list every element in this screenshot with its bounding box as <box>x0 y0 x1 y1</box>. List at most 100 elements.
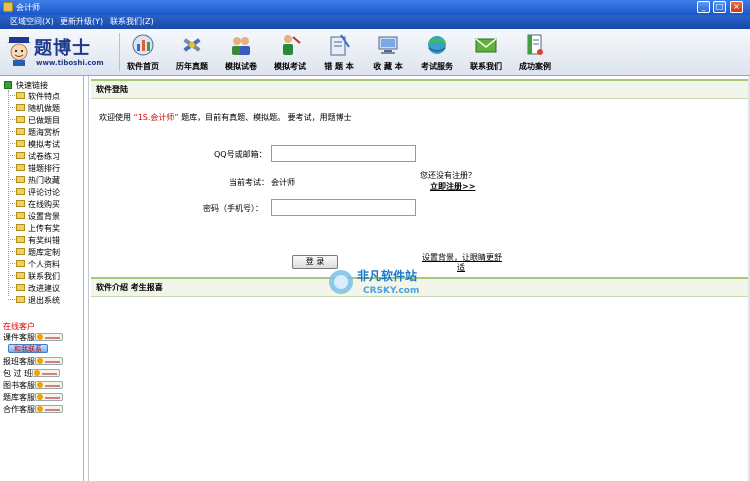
title-bar: 会计师 _ □ × <box>0 0 750 15</box>
menu-item-contact[interactable]: 联系我们(Z) <box>110 17 154 27</box>
folder-icon <box>16 164 25 171</box>
sidebar-item-label: 有奖纠错 <box>28 236 60 245</box>
toolbar-label: 模拟试卷 <box>225 62 257 71</box>
toolbar-contact-button[interactable]: 联系我们 <box>462 32 510 72</box>
menu-item-region[interactable]: 区域空间(X) <box>10 17 54 27</box>
sidebar-item-mock-exam[interactable]: 模拟考试 <box>8 139 60 151</box>
toolbar-mock-paper-button[interactable]: 模拟试卷 <box>217 32 265 72</box>
sidebar-item-label: 软件特点 <box>28 92 60 101</box>
sidebar-item-done[interactable]: 已做题目 <box>8 115 60 127</box>
background-link-cont[interactable]: 适 <box>457 262 465 273</box>
contact-me-button[interactable]: 和我联系 <box>8 344 48 353</box>
online-service-title: 在线客户 <box>3 322 35 331</box>
toolbar-mock-exam-button[interactable]: 模拟考试 <box>266 32 314 72</box>
register-link[interactable]: 立即注册>> <box>430 181 475 192</box>
service-label: 报班客服 <box>3 357 35 366</box>
doctor-logo-icon <box>7 37 31 66</box>
toolbar-wrong-book-button[interactable]: 错 题 本 <box>315 32 363 72</box>
folder-icon <box>16 236 25 243</box>
sidebar-item-label: 评论讨论 <box>28 188 60 197</box>
toolbar-exam-service-button[interactable]: 考试服务 <box>413 32 461 72</box>
tree-root-icon <box>4 81 12 89</box>
service-label: 题库客服 <box>3 393 35 402</box>
sidebar-item-custom[interactable]: 题库定制 <box>8 247 60 259</box>
sidebar-item-background[interactable]: 设置背景 <box>8 211 60 223</box>
sidebar-item-label: 退出系统 <box>28 296 60 305</box>
toolbar-past-papers-button[interactable]: 历年真题 <box>168 32 216 72</box>
toolbar-home-button[interactable]: 软件首页 <box>119 32 167 72</box>
window-title: 会计师 <box>16 3 40 12</box>
qq-chat-icon[interactable] <box>35 393 63 401</box>
login-section-header: 软件登陆 <box>91 79 749 99</box>
maximize-button[interactable]: □ <box>713 1 726 13</box>
main-panel: 软件登陆 欢迎使用 “1S.会计师” 题库，目前有真题、模拟题。 要考试，用题博… <box>88 76 750 481</box>
service-label: 图书客服 <box>3 381 35 390</box>
folder-icon <box>16 260 25 267</box>
sidebar-item-hot[interactable]: 热门收藏 <box>8 175 60 187</box>
welcome-product: “1S.会计师” <box>133 113 179 122</box>
sidebar-item-upload[interactable]: 上传有奖 <box>8 223 60 235</box>
sidebar-root[interactable]: 快速链接 <box>4 80 48 91</box>
logo: 题博士 www.tiboshi.com <box>4 32 116 72</box>
sidebar-item-errata[interactable]: 有奖纠错 <box>8 235 60 247</box>
folder-icon <box>16 140 25 147</box>
folder-icon <box>16 200 25 207</box>
sidebar-item-label: 上传有奖 <box>28 224 60 233</box>
sidebar: 快速链接 软件特点 随机做题 已做题目 题海赏析 模拟考试 试卷练习 错题排行 … <box>0 76 84 481</box>
folder-icon <box>16 272 25 279</box>
exam-value: 会计师 <box>271 178 295 187</box>
sidebar-item-label: 错题排行 <box>28 164 60 173</box>
sidebar-item-buy[interactable]: 在线购买 <box>8 199 60 211</box>
close-button[interactable]: × <box>730 1 743 13</box>
service-books[interactable]: 图书客服 <box>3 380 63 391</box>
qq-chat-icon[interactable] <box>32 369 61 377</box>
sidebar-item-label: 随机做题 <box>28 104 60 113</box>
sidebar-item-analysis[interactable]: 题海赏析 <box>8 127 60 139</box>
folder-icon <box>16 212 25 219</box>
document-icon <box>527 34 543 55</box>
folder-icon <box>16 284 25 291</box>
sidebar-item-profile[interactable]: 个人资料 <box>8 259 60 271</box>
toolbar-success-cases-button[interactable]: 成功案例 <box>511 32 559 72</box>
sidebar-item-label: 模拟考试 <box>28 140 60 149</box>
qq-chat-icon[interactable] <box>35 333 63 341</box>
toolbar-label: 考试服务 <box>421 62 453 71</box>
sidebar-item-random[interactable]: 随机做题 <box>8 103 60 115</box>
welcome-suffix: 题库，目前有真题、模拟题。 要考试，用题博士 <box>181 113 352 122</box>
toolbar-label: 收 藏 本 <box>373 62 403 71</box>
qq-chat-icon[interactable] <box>35 381 63 389</box>
toolbar: 题博士 www.tiboshi.com 软件首页 历年真题 模拟试卷 模拟考试 <box>0 29 750 76</box>
sidebar-item-exit[interactable]: 退出系统 <box>8 295 60 307</box>
sidebar-item-wrong-rank[interactable]: 错题排行 <box>8 163 60 175</box>
service-courseware[interactable]: 课件客服 <box>3 332 63 343</box>
qq-chat-icon[interactable] <box>35 405 63 413</box>
welcome-text: 欢迎使用 “1S.会计师” 题库，目前有真题、模拟题。 要考试，用题博士 <box>99 112 352 123</box>
tools-icon <box>183 38 201 52</box>
sidebar-item-label: 在线购买 <box>28 200 60 209</box>
sidebar-item-contact[interactable]: 联系我们 <box>8 271 60 283</box>
sidebar-item-features[interactable]: 软件特点 <box>8 91 60 103</box>
password-label: 密码（手机号）： <box>203 204 263 213</box>
envelope-icon <box>475 38 497 53</box>
service-pass[interactable]: 包 过 班 <box>3 368 61 379</box>
service-class[interactable]: 报班客服 <box>3 356 63 367</box>
toolbar-favorites-button[interactable]: 收 藏 本 <box>364 32 412 72</box>
password-input[interactable] <box>271 199 416 216</box>
sidebar-item-suggest[interactable]: 改进建议 <box>8 283 60 295</box>
service-cooperation[interactable]: 合作客服 <box>3 404 63 415</box>
menu-item-update[interactable]: 更新升级(Y) <box>60 17 103 27</box>
home-chart-icon <box>132 34 154 56</box>
sidebar-root-label: 快速链接 <box>16 81 48 90</box>
folder-icon <box>16 188 25 195</box>
folder-icon <box>16 152 25 159</box>
people-icon <box>232 37 250 55</box>
crsky-watermark: 非凡软件站 CRSKY.com <box>329 268 419 296</box>
app-icon <box>3 2 13 12</box>
qq-chat-icon[interactable] <box>35 357 63 365</box>
service-question-bank[interactable]: 题库客服 <box>3 392 63 403</box>
minimize-button[interactable]: _ <box>697 1 710 13</box>
sidebar-item-discuss[interactable]: 评论讨论 <box>8 187 60 199</box>
toolbar-label: 模拟考试 <box>274 62 306 71</box>
sidebar-item-practice[interactable]: 试卷练习 <box>8 151 60 163</box>
qq-email-input[interactable] <box>271 145 416 162</box>
